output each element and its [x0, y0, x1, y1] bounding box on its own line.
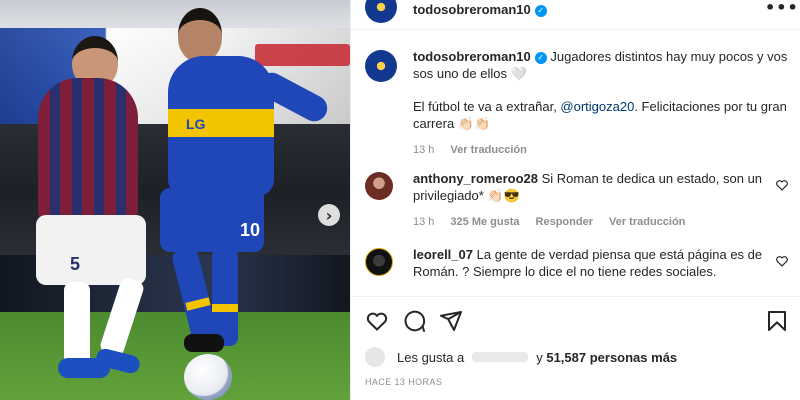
player-right-jersey	[168, 56, 274, 196]
player-left-leg	[64, 282, 90, 366]
player-right-sock	[212, 304, 238, 312]
comment-icon[interactable]	[402, 309, 426, 333]
bookmark-icon[interactable]	[765, 309, 789, 333]
pitch	[0, 312, 350, 400]
jersey-sponsor: LG	[186, 116, 206, 132]
verified-badge-icon: ✓	[534, 52, 547, 64]
heart-icon[interactable]	[775, 254, 789, 268]
player-right-leg	[212, 248, 238, 346]
avatar[interactable]	[365, 347, 385, 367]
player-left-jersey	[38, 78, 138, 228]
verified-badge-icon: ✓	[534, 5, 547, 17]
post-username-text[interactable]: todosobreroman10	[413, 2, 531, 17]
liker-name-hidden	[472, 352, 529, 362]
player-right-head	[178, 8, 222, 62]
heart-icon[interactable]	[365, 309, 389, 333]
comment-username[interactable]: anthony_romeroo28	[413, 171, 538, 186]
stadium-banner-accent	[255, 44, 350, 66]
comment-meta: 13 h 325 Me gusta Responder Ver traducci…	[413, 214, 763, 231]
player-left-shorts	[36, 215, 146, 285]
caption-body: todosobreroman10 ✓ Jugadores distintos ha…	[413, 48, 793, 159]
comment-likes[interactable]: 325 Me gusta	[450, 214, 519, 231]
share-icon[interactable]	[439, 309, 463, 333]
avatar[interactable]	[365, 248, 393, 276]
avatar[interactable]	[365, 50, 397, 82]
post-timestamp[interactable]: HACE 13 HORAS	[365, 377, 442, 387]
football	[184, 354, 232, 400]
see-translation-link[interactable]: Ver traducción	[450, 142, 526, 159]
likes-summary: Les gusta a y 51,587 personas más	[365, 347, 677, 367]
caption-time: 13 h	[413, 144, 435, 156]
player-left-number: 5	[70, 254, 81, 274]
post-actions: Les gusta a y 51,587 personas más HACE 1…	[351, 296, 800, 400]
see-translation-link[interactable]: Ver traducción	[609, 214, 685, 231]
comments-list[interactable]: todosobreroman10 ✓ Jugadores distintos ha…	[351, 30, 800, 296]
heart-icon[interactable]	[775, 178, 789, 192]
player-right-boot	[184, 334, 224, 352]
reply-button[interactable]: Responder	[536, 214, 593, 231]
more-options-icon[interactable]: •••	[765, 0, 799, 17]
comment-time: 13 h	[413, 216, 435, 228]
caption-username[interactable]: todosobreroman10	[413, 49, 531, 64]
comment-body: anthony_romeroo28 Si Roman te dedica un …	[413, 170, 763, 231]
likes-count[interactable]: 51,587 personas más	[546, 350, 677, 365]
mention-link[interactable]: @ortigoza20	[560, 99, 634, 114]
player-right-number: 10	[240, 220, 261, 240]
likes-prefix: Les gusta a	[397, 349, 465, 365]
likes-conjunction: y	[536, 349, 543, 365]
post-header: todosobreroman10 ✓ •••	[351, 0, 800, 30]
avatar[interactable]	[365, 172, 393, 200]
comment-body: leorell_07 La gente de verdad piensa que…	[413, 246, 763, 280]
caption-text-line2-prefix: El fútbol te va a extrañar,	[413, 99, 561, 114]
carousel-next-icon[interactable]: ›	[318, 204, 340, 226]
caption-meta: 13 h Ver traducción	[413, 142, 793, 159]
post-photo[interactable]: 5 LG 10 ›	[0, 0, 350, 400]
post-username[interactable]: todosobreroman10 ✓	[413, 2, 547, 17]
post-side-panel: todosobreroman10 ✓ ••• todosobreroman10 ✓ …	[350, 0, 800, 400]
avatar[interactable]	[365, 0, 397, 23]
comment-username[interactable]: leorell_07	[413, 247, 473, 262]
